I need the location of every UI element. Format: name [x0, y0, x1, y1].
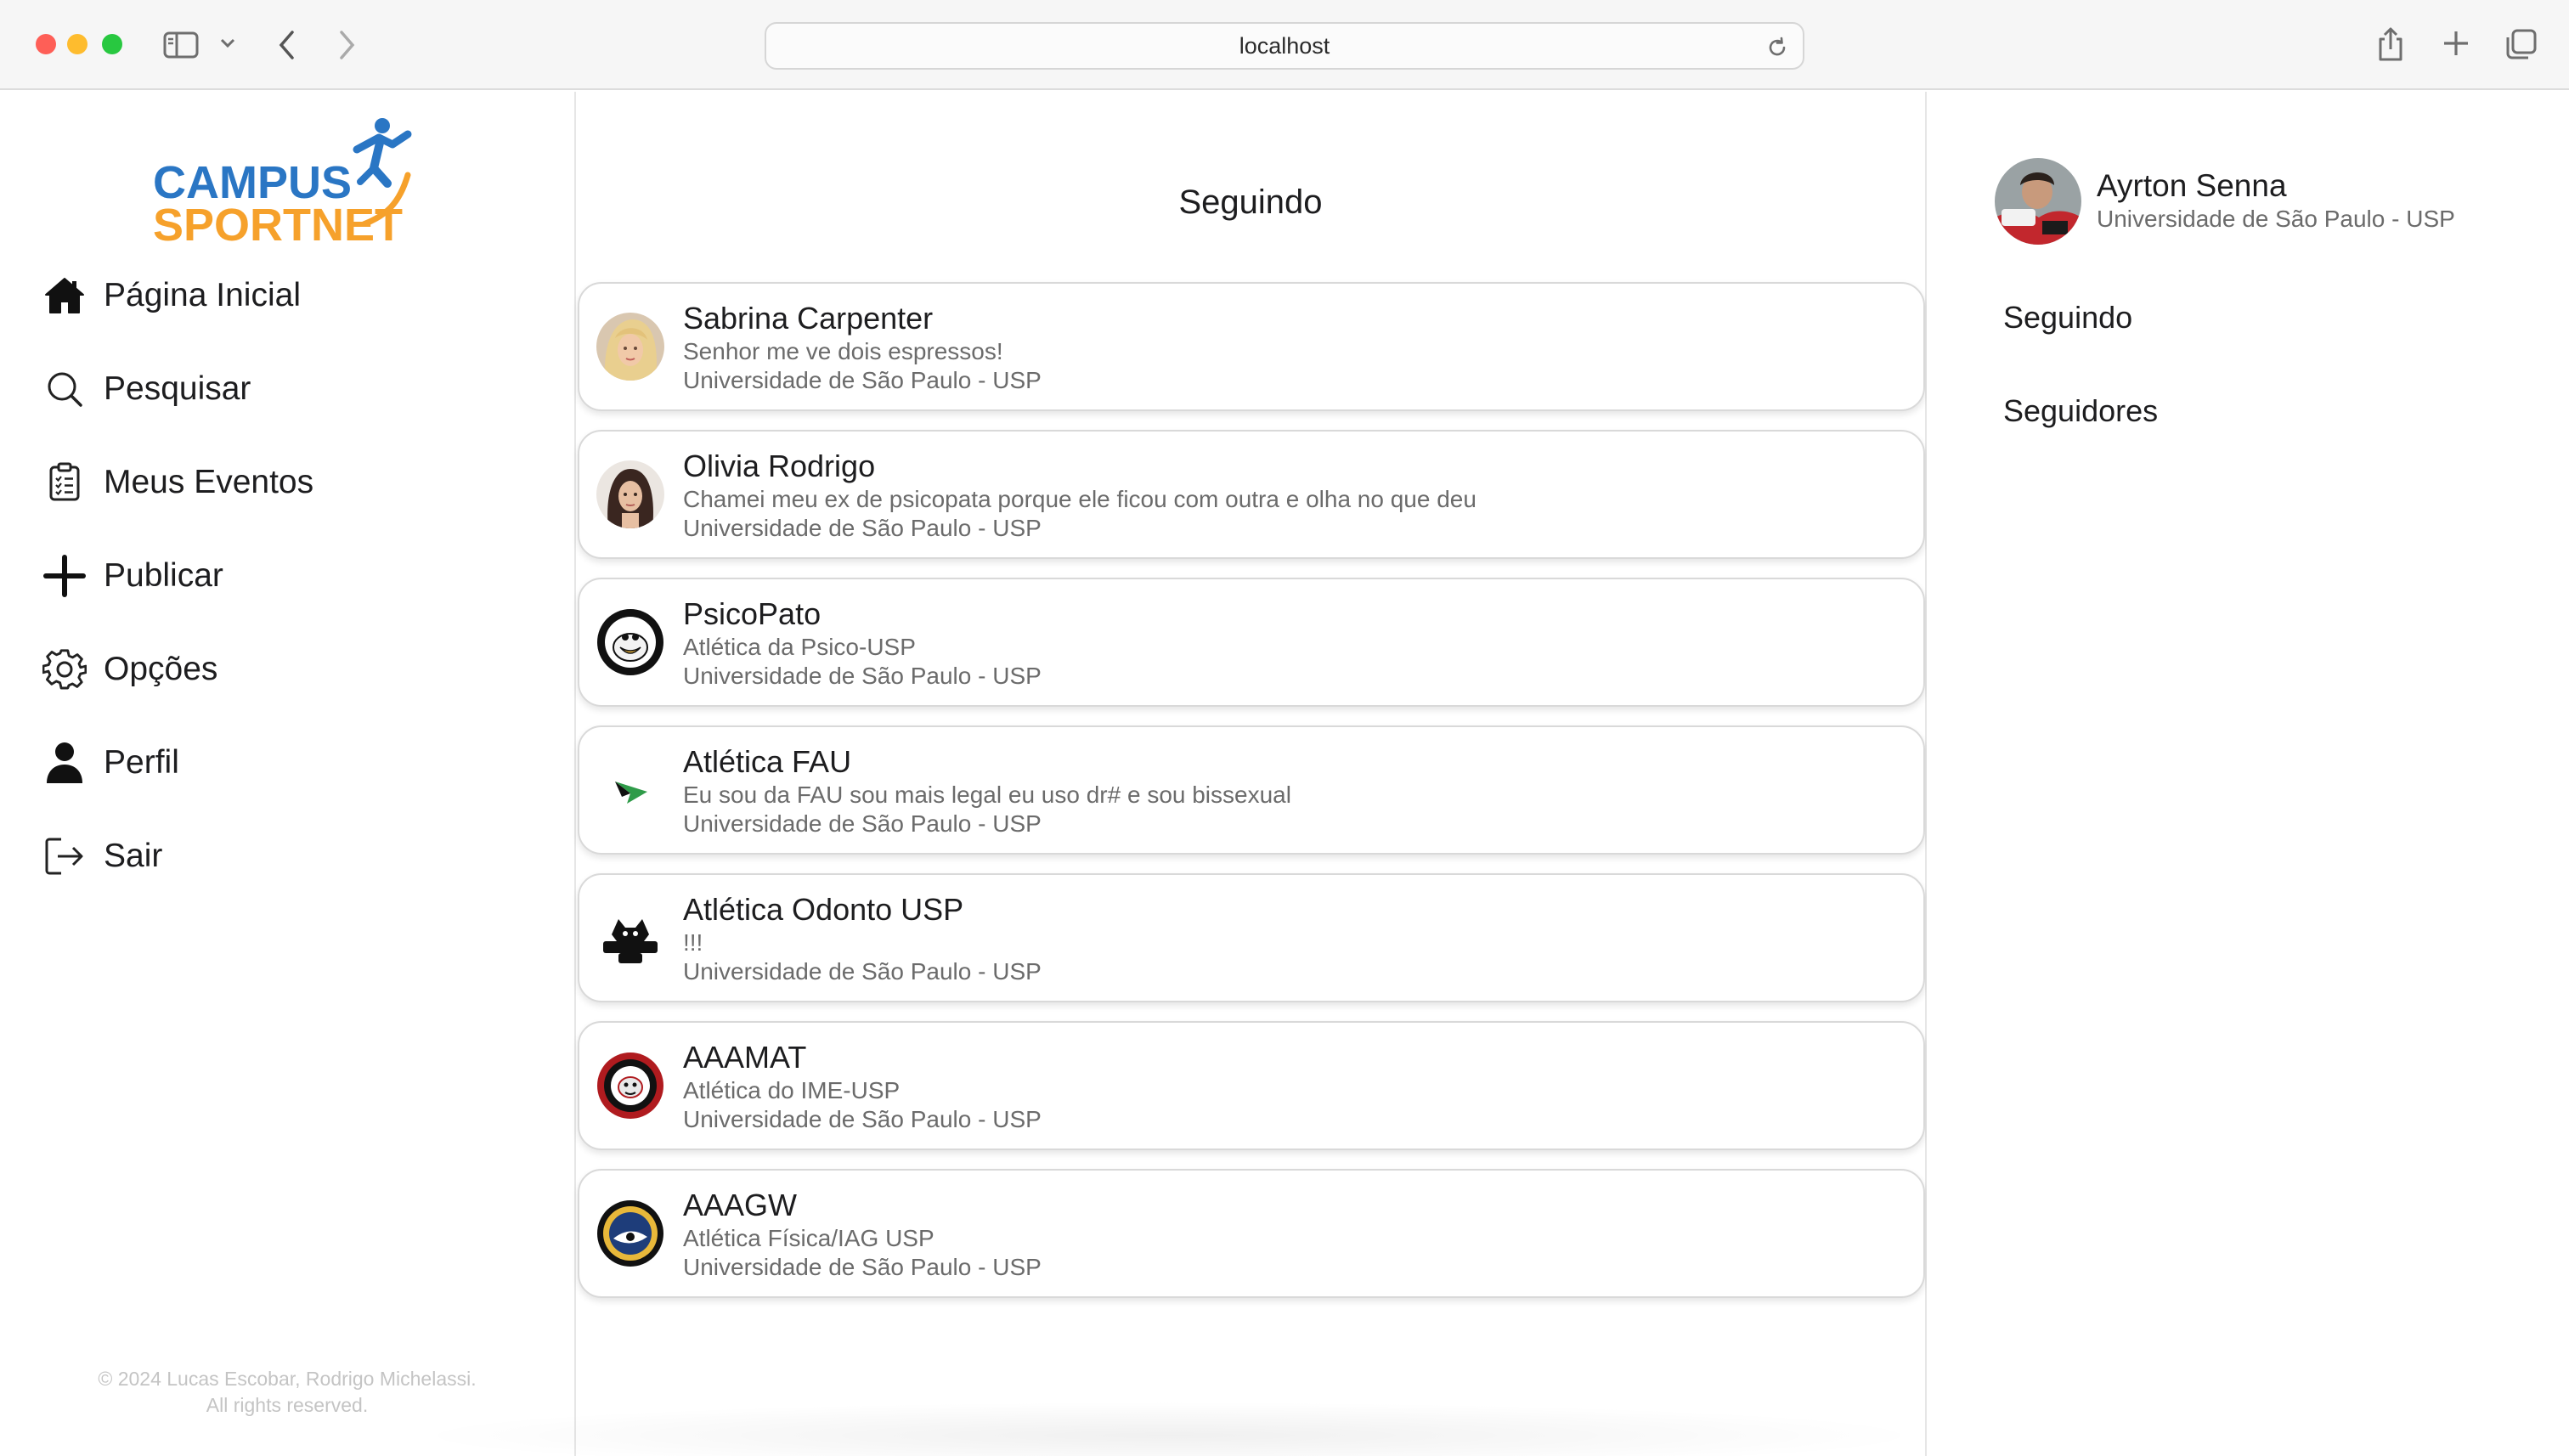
- browser-toolbar: localhost: [0, 0, 2569, 90]
- new-tab-icon[interactable]: [2442, 29, 2470, 58]
- share-icon[interactable]: [2375, 25, 2406, 63]
- profile-panel: Ayrton Senna Universidade de São Paulo -…: [1927, 92, 2569, 1456]
- following-name[interactable]: Sabrina Carpenter: [683, 301, 933, 336]
- plus-icon: [41, 552, 88, 600]
- address-text: localhost: [1239, 32, 1330, 59]
- minimize-window-button[interactable]: [67, 34, 88, 54]
- following-bio: Atlética Física/IAG USP: [683, 1225, 934, 1251]
- clipboard-list-icon: [41, 459, 88, 506]
- profile-university: Universidade de São Paulo - USP: [2097, 206, 2455, 232]
- following-university: Universidade de São Paulo - USP: [683, 1106, 1042, 1132]
- gear-icon: [41, 646, 88, 693]
- logout-icon: [41, 832, 88, 880]
- following-card[interactable]: AAAMAT Atlética do IME-USP Universidade …: [578, 1021, 1925, 1150]
- following-university: Universidade de São Paulo - USP: [683, 663, 1042, 689]
- following-university: Universidade de São Paulo - USP: [683, 1254, 1042, 1280]
- following-name[interactable]: AAAMAT: [683, 1040, 806, 1075]
- following-bio: Atlética do IME-USP: [683, 1077, 901, 1103]
- address-bar[interactable]: localhost: [765, 22, 1804, 70]
- sabrina-avatar: [596, 313, 664, 381]
- nav-label-search: Pesquisar: [104, 370, 251, 407]
- close-window-button[interactable]: [36, 34, 56, 54]
- nav-item-publish[interactable]: Publicar: [41, 550, 483, 601]
- following-name[interactable]: AAAGW: [683, 1188, 797, 1223]
- following-university: Universidade de São Paulo - USP: [683, 958, 1042, 985]
- odonto-logo-avatar: [596, 904, 664, 972]
- chevron-down-icon[interactable]: [219, 37, 236, 49]
- runner-figure-icon: [353, 118, 412, 226]
- logo-line-1: CAMPUS: [153, 157, 353, 208]
- page-title: Seguindo: [1178, 183, 1323, 221]
- following-name[interactable]: Atlética Odonto USP: [683, 892, 963, 928]
- nav-label-logout: Sair: [104, 838, 163, 874]
- forward-icon[interactable]: [336, 29, 357, 61]
- following-bio: Eu sou da FAU sou mais legal eu uso dr# …: [683, 782, 1291, 808]
- nav-item-profile[interactable]: Perfil: [41, 737, 483, 788]
- following-name[interactable]: PsicoPato: [683, 596, 821, 632]
- following-name[interactable]: Olivia Rodrigo: [683, 449, 875, 484]
- following-bio: Chamei meu ex de psicopata porque ele fi…: [683, 486, 1476, 512]
- person-icon: [41, 739, 88, 787]
- tab-overview-icon[interactable]: [2504, 27, 2538, 61]
- olivia-avatar: [596, 460, 664, 528]
- search-icon: [41, 365, 88, 413]
- following-bio: Atlética da Psico-USP: [683, 634, 916, 660]
- following-bio: !!!: [683, 929, 703, 956]
- profile-name[interactable]: Ayrton Senna: [2097, 168, 2287, 204]
- followers-link[interactable]: Seguidores: [2003, 393, 2158, 429]
- nav-item-home[interactable]: Página Inicial: [41, 270, 483, 321]
- following-list-panel: Seguindo Sabrina Carpenter Senhor me ve …: [574, 92, 1927, 1456]
- home-icon: [41, 272, 88, 319]
- avatar[interactable]: [1995, 158, 2081, 245]
- following-card[interactable]: Olivia Rodrigo Chamei meu ex de psicopat…: [578, 430, 1925, 559]
- following-link[interactable]: Seguindo: [2003, 300, 2132, 336]
- following-university: Universidade de São Paulo - USP: [683, 810, 1042, 837]
- aaagw-logo-avatar: [596, 1199, 664, 1267]
- sidebar-toggle-icon[interactable]: [163, 31, 200, 59]
- zoom-window-button[interactable]: [102, 34, 122, 54]
- following-university: Universidade de São Paulo - USP: [683, 515, 1042, 541]
- following-card[interactable]: PsicoPato Atlética da Psico-USP Universi…: [578, 578, 1925, 707]
- nav-label-home: Página Inicial: [104, 277, 301, 313]
- copyright-footer: © 2024 Lucas Escobar, Rodrigo Michelassi…: [0, 1366, 574, 1419]
- nav-label-my-events: Meus Eventos: [104, 464, 314, 500]
- nav-item-search[interactable]: Pesquisar: [41, 364, 483, 415]
- following-card[interactable]: Sabrina Carpenter Senhor me ve dois espr…: [578, 282, 1925, 411]
- following-name[interactable]: Atlética FAU: [683, 744, 851, 780]
- following-card[interactable]: Atlética FAU Eu sou da FAU sou mais lega…: [578, 725, 1925, 855]
- nav-item-logout[interactable]: Sair: [41, 831, 483, 882]
- footer-line-1: © 2024 Lucas Escobar, Rodrigo Michelassi…: [98, 1368, 477, 1390]
- following-university: Universidade de São Paulo - USP: [683, 367, 1042, 393]
- campus-sportnet-logo[interactable]: CAMPUS SPORTNET: [151, 116, 423, 248]
- following-card[interactable]: Atlética Odonto USP !!! Universidade de …: [578, 873, 1925, 1002]
- fau-logo-avatar: [596, 756, 664, 824]
- nav-label-options: Opções: [104, 651, 218, 687]
- back-icon[interactable]: [277, 29, 297, 61]
- following-bio: Senhor me ve dois espressos!: [683, 338, 1003, 364]
- aaamat-logo-avatar: [596, 1052, 664, 1120]
- nav-item-my-events[interactable]: Meus Eventos: [41, 457, 483, 508]
- reload-icon[interactable]: [1765, 36, 1789, 65]
- nav-label-profile: Perfil: [104, 744, 179, 781]
- duck-logo-avatar: [596, 608, 664, 676]
- nav-item-options[interactable]: Opções: [41, 644, 483, 695]
- following-card[interactable]: AAAGW Atlética Física/IAG USP Universida…: [578, 1169, 1925, 1298]
- left-sidebar: CAMPUS SPORTNET Página Inicial Pesquisar: [0, 92, 574, 1456]
- nav-label-publish: Publicar: [104, 557, 223, 594]
- footer-line-2: All rights reserved.: [206, 1394, 369, 1416]
